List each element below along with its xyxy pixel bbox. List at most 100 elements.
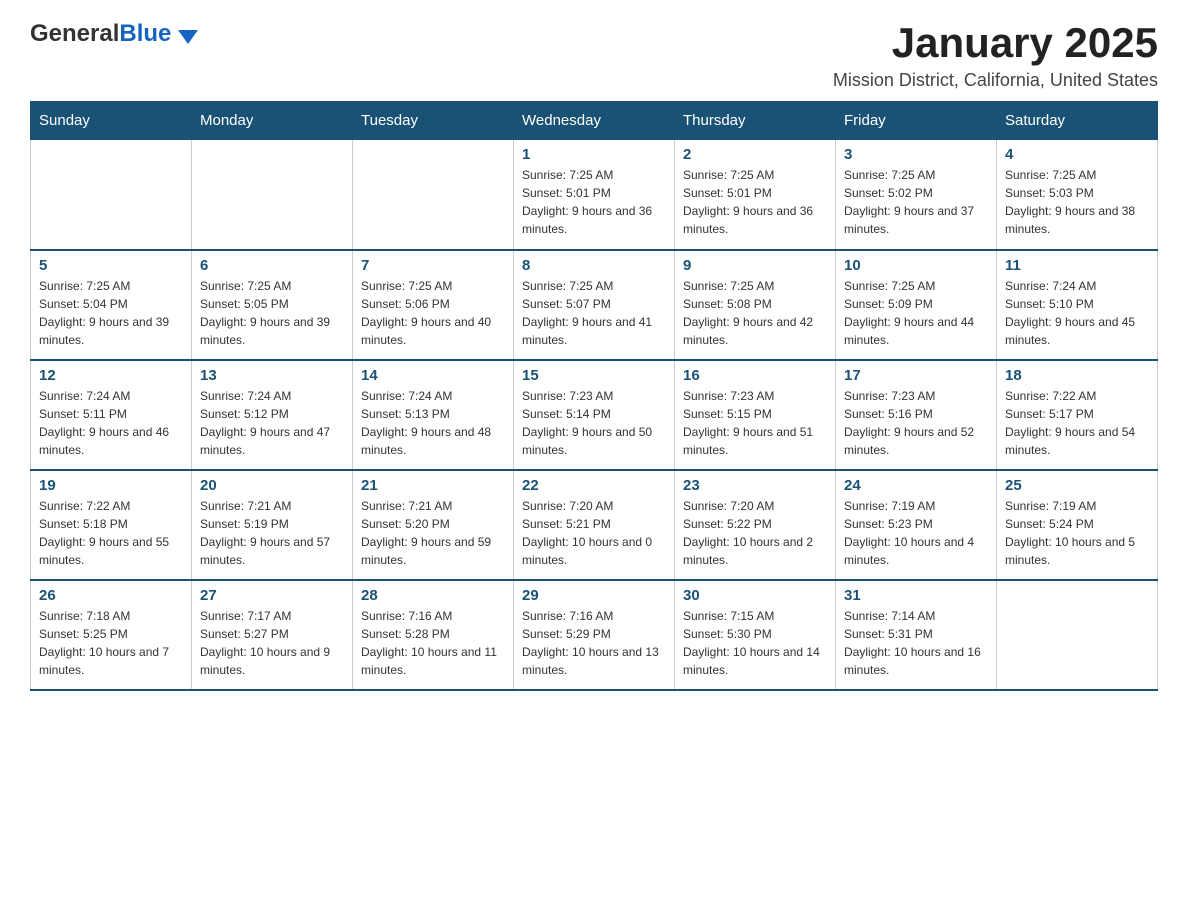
calendar-cell: 14 Sunrise: 7:24 AM Sunset: 5:13 PM Dayli… xyxy=(353,360,514,470)
calendar-cell: 30 Sunrise: 7:15 AM Sunset: 5:30 PM Dayli… xyxy=(675,580,836,690)
day-number: 22 xyxy=(522,477,666,494)
day-number: 6 xyxy=(200,257,344,274)
day-number: 1 xyxy=(522,146,666,163)
day-number: 17 xyxy=(844,367,988,384)
day-info: Sunrise: 7:25 AM Sunset: 5:03 PM Dayligh… xyxy=(1005,166,1149,238)
day-number: 20 xyxy=(200,477,344,494)
calendar-cell xyxy=(997,580,1158,690)
calendar-week-row: 5 Sunrise: 7:25 AM Sunset: 5:04 PM Daylig… xyxy=(31,250,1158,360)
day-info: Sunrise: 7:25 AM Sunset: 5:04 PM Dayligh… xyxy=(39,277,183,349)
calendar-week-row: 26 Sunrise: 7:18 AM Sunset: 5:25 PM Dayli… xyxy=(31,580,1158,690)
day-number: 30 xyxy=(683,587,827,604)
calendar-cell: 23 Sunrise: 7:20 AM Sunset: 5:22 PM Dayli… xyxy=(675,470,836,580)
calendar-header-tuesday: Tuesday xyxy=(353,102,514,140)
calendar-week-row: 19Sunrise: 7:22 AM Sunset: 5:18 PM Dayli… xyxy=(31,470,1158,580)
calendar-cell: 18 Sunrise: 7:22 AM Sunset: 5:17 PM Dayli… xyxy=(997,360,1158,470)
day-info: Sunrise: 7:23 AM Sunset: 5:16 PM Dayligh… xyxy=(844,387,988,459)
calendar-cell: 26 Sunrise: 7:18 AM Sunset: 5:25 PM Dayli… xyxy=(31,580,192,690)
day-number: 9 xyxy=(683,257,827,274)
day-info: Sunrise: 7:25 AM Sunset: 5:09 PM Dayligh… xyxy=(844,277,988,349)
calendar-cell: 15 Sunrise: 7:23 AM Sunset: 5:14 PM Dayli… xyxy=(514,360,675,470)
day-number: 8 xyxy=(522,257,666,274)
day-number: 4 xyxy=(1005,146,1149,163)
day-number: 24 xyxy=(844,477,988,494)
day-info: Sunrise: 7:19 AM Sunset: 5:24 PM Dayligh… xyxy=(1005,497,1149,569)
calendar-cell: 12 Sunrise: 7:24 AM Sunset: 5:11 PM Dayli… xyxy=(31,360,192,470)
day-info: Sunrise: 7:19 AM Sunset: 5:23 PM Dayligh… xyxy=(844,497,988,569)
day-number: 11 xyxy=(1005,257,1149,274)
day-number: 13 xyxy=(200,367,344,384)
calendar-cell: 4 Sunrise: 7:25 AM Sunset: 5:03 PM Daylig… xyxy=(997,140,1158,250)
day-number: 15 xyxy=(522,367,666,384)
day-number: 28 xyxy=(361,587,505,604)
day-info: Sunrise: 7:23 AM Sunset: 5:14 PM Dayligh… xyxy=(522,387,666,459)
calendar-cell: 5 Sunrise: 7:25 AM Sunset: 5:04 PM Daylig… xyxy=(31,250,192,360)
day-info: Sunrise: 7:20 AM Sunset: 5:21 PM Dayligh… xyxy=(522,497,666,569)
day-info: Sunrise: 7:24 AM Sunset: 5:11 PM Dayligh… xyxy=(39,387,183,459)
day-info: Sunrise: 7:25 AM Sunset: 5:01 PM Dayligh… xyxy=(522,166,666,238)
page-header: GeneralBlue January 2025 Mission Distric… xyxy=(30,20,1158,91)
day-info: Sunrise: 7:22 AM Sunset: 5:17 PM Dayligh… xyxy=(1005,387,1149,459)
calendar-cell xyxy=(31,140,192,250)
calendar-cell: 3Sunrise: 7:25 AM Sunset: 5:02 PM Daylig… xyxy=(836,140,997,250)
calendar-cell: 9Sunrise: 7:25 AM Sunset: 5:08 PM Daylig… xyxy=(675,250,836,360)
day-number: 18 xyxy=(1005,367,1149,384)
day-number: 10 xyxy=(844,257,988,274)
day-info: Sunrise: 7:23 AM Sunset: 5:15 PM Dayligh… xyxy=(683,387,827,459)
page-title: January 2025 xyxy=(833,20,1158,66)
day-number: 31 xyxy=(844,587,988,604)
day-number: 25 xyxy=(1005,477,1149,494)
calendar-cell xyxy=(192,140,353,250)
day-info: Sunrise: 7:21 AM Sunset: 5:19 PM Dayligh… xyxy=(200,497,344,569)
day-info: Sunrise: 7:25 AM Sunset: 5:07 PM Dayligh… xyxy=(522,277,666,349)
calendar-cell: 27 Sunrise: 7:17 AM Sunset: 5:27 PM Dayli… xyxy=(192,580,353,690)
day-info: Sunrise: 7:24 AM Sunset: 5:13 PM Dayligh… xyxy=(361,387,505,459)
day-number: 2 xyxy=(683,146,827,163)
page-subtitle: Mission District, California, United Sta… xyxy=(833,70,1158,91)
calendar-cell: 21Sunrise: 7:21 AM Sunset: 5:20 PM Dayli… xyxy=(353,470,514,580)
calendar-header-thursday: Thursday xyxy=(675,102,836,140)
calendar-cell: 1 Sunrise: 7:25 AM Sunset: 5:01 PM Daylig… xyxy=(514,140,675,250)
calendar-cell: 22 Sunrise: 7:20 AM Sunset: 5:21 PM Dayli… xyxy=(514,470,675,580)
day-info: Sunrise: 7:24 AM Sunset: 5:10 PM Dayligh… xyxy=(1005,277,1149,349)
day-number: 5 xyxy=(39,257,183,274)
logo: GeneralBlue xyxy=(30,20,198,48)
day-number: 7 xyxy=(361,257,505,274)
logo-general-text: GeneralBlue xyxy=(30,20,198,48)
calendar-header-saturday: Saturday xyxy=(997,102,1158,140)
calendar-cell: 19Sunrise: 7:22 AM Sunset: 5:18 PM Dayli… xyxy=(31,470,192,580)
day-number: 12 xyxy=(39,367,183,384)
calendar-cell: 24 Sunrise: 7:19 AM Sunset: 5:23 PM Dayli… xyxy=(836,470,997,580)
calendar-header-sunday: Sunday xyxy=(31,102,192,140)
calendar-cell: 2 Sunrise: 7:25 AM Sunset: 5:01 PM Daylig… xyxy=(675,140,836,250)
day-number: 16 xyxy=(683,367,827,384)
calendar-cell: 6 Sunrise: 7:25 AM Sunset: 5:05 PM Daylig… xyxy=(192,250,353,360)
day-info: Sunrise: 7:14 AM Sunset: 5:31 PM Dayligh… xyxy=(844,607,988,679)
calendar-header-row: SundayMondayTuesdayWednesdayThursdayFrid… xyxy=(31,102,1158,140)
day-info: Sunrise: 7:17 AM Sunset: 5:27 PM Dayligh… xyxy=(200,607,344,679)
day-info: Sunrise: 7:20 AM Sunset: 5:22 PM Dayligh… xyxy=(683,497,827,569)
day-number: 23 xyxy=(683,477,827,494)
calendar-cell: 13 Sunrise: 7:24 AM Sunset: 5:12 PM Dayli… xyxy=(192,360,353,470)
day-info: Sunrise: 7:15 AM Sunset: 5:30 PM Dayligh… xyxy=(683,607,827,679)
calendar-cell: 8 Sunrise: 7:25 AM Sunset: 5:07 PM Daylig… xyxy=(514,250,675,360)
calendar-cell: 16 Sunrise: 7:23 AM Sunset: 5:15 PM Dayli… xyxy=(675,360,836,470)
day-info: Sunrise: 7:24 AM Sunset: 5:12 PM Dayligh… xyxy=(200,387,344,459)
calendar-week-row: 12 Sunrise: 7:24 AM Sunset: 5:11 PM Dayli… xyxy=(31,360,1158,470)
day-info: Sunrise: 7:16 AM Sunset: 5:29 PM Dayligh… xyxy=(522,607,666,679)
calendar-cell: 31 Sunrise: 7:14 AM Sunset: 5:31 PM Dayli… xyxy=(836,580,997,690)
day-number: 27 xyxy=(200,587,344,604)
day-info: Sunrise: 7:16 AM Sunset: 5:28 PM Dayligh… xyxy=(361,607,505,679)
calendar-table: SundayMondayTuesdayWednesdayThursdayFrid… xyxy=(30,101,1158,691)
calendar-cell: 25 Sunrise: 7:19 AM Sunset: 5:24 PM Dayli… xyxy=(997,470,1158,580)
day-info: Sunrise: 7:18 AM Sunset: 5:25 PM Dayligh… xyxy=(39,607,183,679)
day-number: 14 xyxy=(361,367,505,384)
day-number: 26 xyxy=(39,587,183,604)
day-info: Sunrise: 7:25 AM Sunset: 5:01 PM Dayligh… xyxy=(683,166,827,238)
title-block: January 2025 Mission District, Californi… xyxy=(833,20,1158,91)
calendar-cell: 7Sunrise: 7:25 AM Sunset: 5:06 PM Daylig… xyxy=(353,250,514,360)
day-number: 21 xyxy=(361,477,505,494)
day-info: Sunrise: 7:25 AM Sunset: 5:05 PM Dayligh… xyxy=(200,277,344,349)
logo-arrow-icon xyxy=(178,30,198,44)
calendar-header-friday: Friday xyxy=(836,102,997,140)
